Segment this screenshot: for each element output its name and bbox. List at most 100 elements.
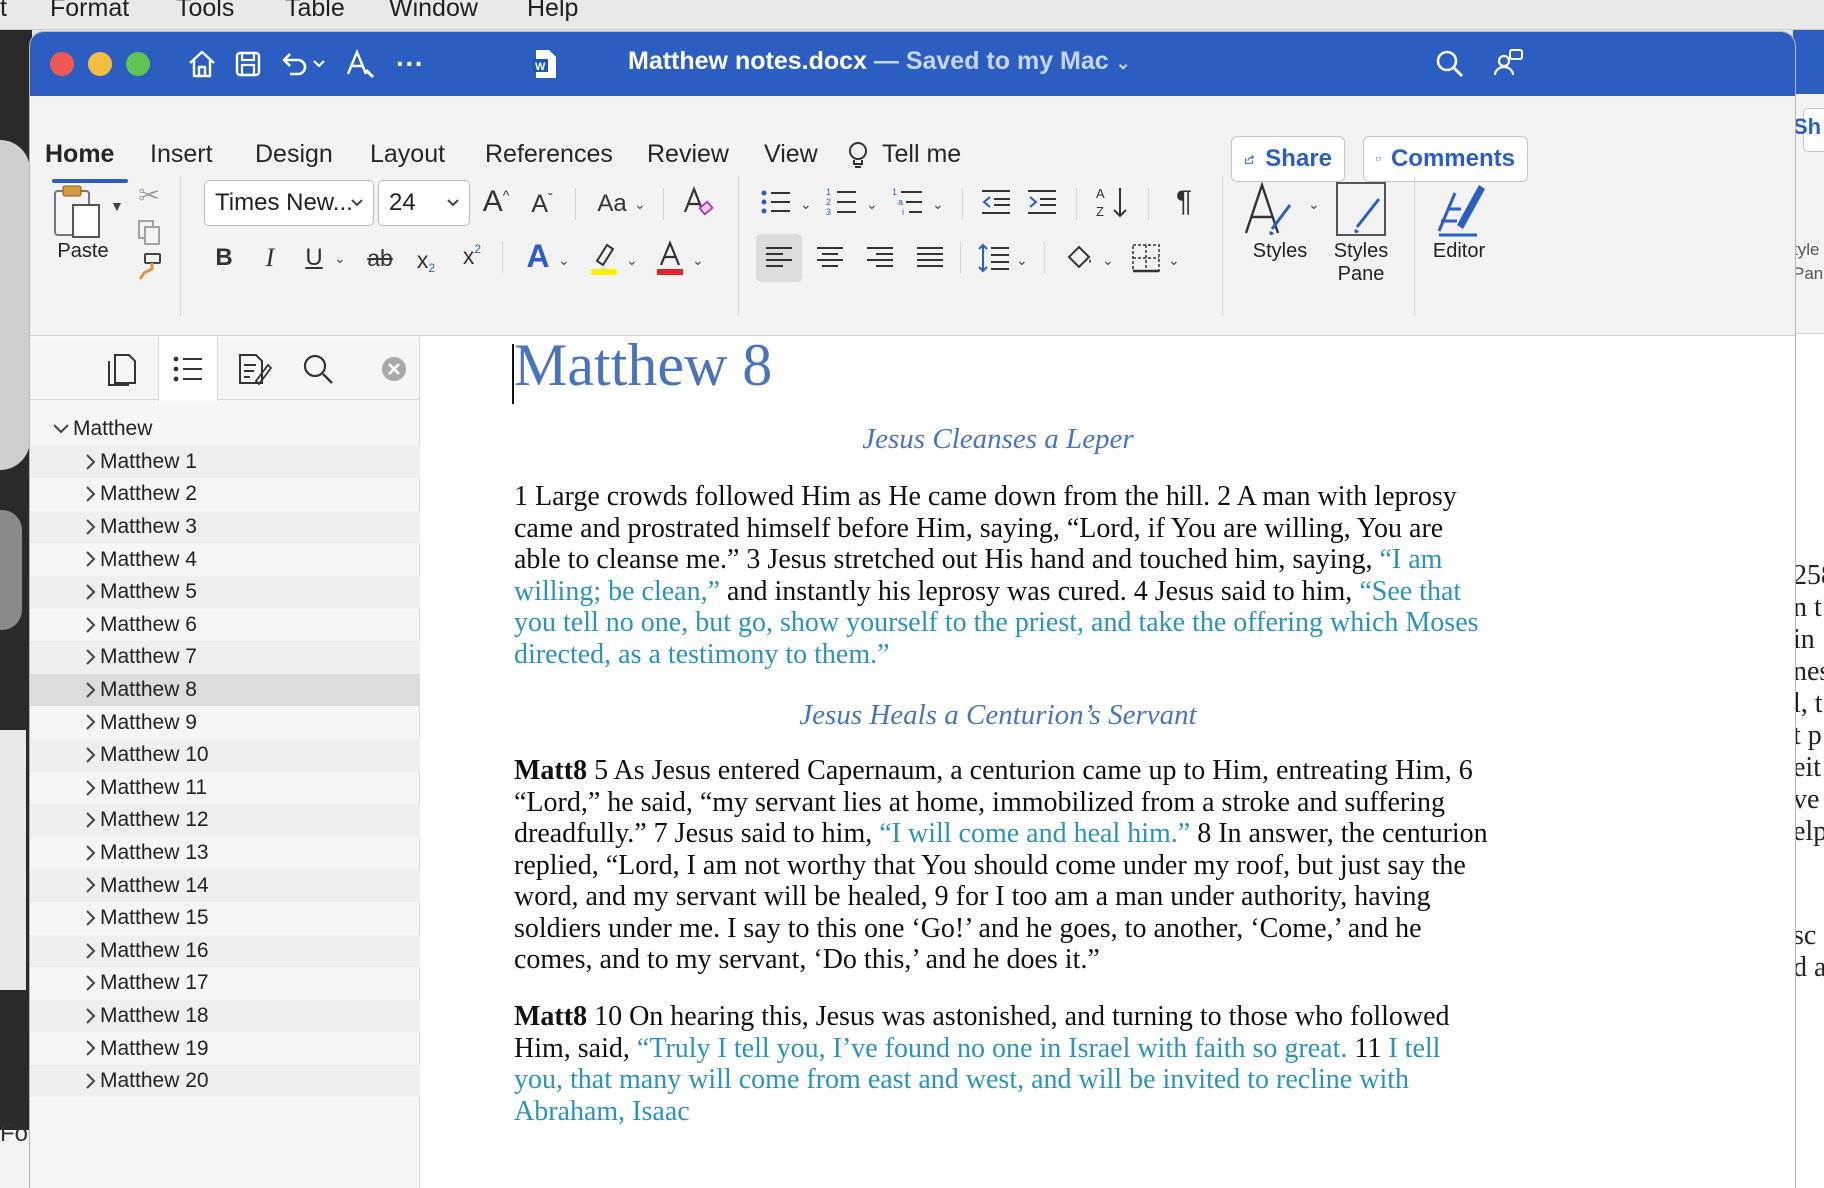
chevron-right-icon[interactable] [85, 967, 97, 999]
subscript-button[interactable]: x2 [408, 240, 444, 280]
chevron-right-icon[interactable] [85, 902, 97, 934]
chevron-right-icon[interactable] [85, 576, 97, 608]
chevron-right-icon[interactable] [85, 804, 97, 836]
paragraph[interactable]: 1 Large crowds followed Him as He came d… [514, 481, 1489, 670]
outline-item[interactable]: Matthew 5 [30, 575, 420, 609]
decrease-indent-icon[interactable] [978, 182, 1014, 222]
document-canvas[interactable]: Matthew 8 Jesus Cleanses a Leper 1 Large… [421, 337, 1795, 1188]
search-tab[interactable] [288, 337, 348, 400]
paragraph[interactable]: Matt8 10 On hearing this, Jesus was asto… [514, 1001, 1489, 1127]
chevron-right-icon[interactable] [85, 935, 97, 967]
sort-icon[interactable]: AZ [1092, 180, 1132, 224]
underline-button[interactable]: U [296, 238, 332, 278]
undo-dropdown-chevron-icon[interactable] [308, 44, 330, 84]
numbering-chevron-icon[interactable]: ⌄ [866, 196, 878, 213]
section-subheading[interactable]: Jesus Cleanses a Leper [514, 423, 1482, 456]
styles-chevron-icon[interactable]: ⌄ [1308, 196, 1320, 213]
paste-options-chevron-icon[interactable]: ▼ [110, 198, 124, 214]
tell-me-search[interactable]: Tell me [882, 140, 961, 169]
shading-icon[interactable] [1060, 236, 1100, 280]
menu-item-help[interactable]: Help [527, 0, 578, 23]
close-pane-button[interactable] [366, 337, 422, 400]
change-case-button[interactable]: Aa [590, 184, 634, 224]
home-icon[interactable] [182, 44, 222, 84]
multilevel-list-icon[interactable]: 1ai [890, 182, 926, 222]
chevron-right-icon[interactable] [85, 1065, 97, 1097]
increase-indent-icon[interactable] [1024, 182, 1060, 222]
shading-chevron-icon[interactable]: ⌄ [1102, 252, 1114, 269]
font-size-dropdown[interactable]: 24 [378, 180, 470, 226]
highlight-chevron-icon[interactable]: ⌄ [626, 252, 638, 269]
outline-item[interactable]: Matthew 9 [30, 706, 420, 739]
menu-item-table[interactable]: Table [285, 0, 345, 23]
styles-icon[interactable] [1242, 178, 1296, 240]
chevron-down-icon[interactable] [52, 413, 70, 445]
text-effects-chevron-icon[interactable]: ⌄ [558, 252, 570, 269]
outline-item[interactable]: Matthew 19 [30, 1032, 420, 1065]
outline-item[interactable]: Matthew 6 [30, 609, 420, 642]
tab-review[interactable]: Review [647, 140, 729, 169]
outline-item[interactable]: Matthew 18 [30, 999, 420, 1033]
outline-item-selected[interactable]: Matthew 8 [30, 673, 420, 707]
borders-chevron-icon[interactable]: ⌄ [1168, 252, 1180, 269]
show-paragraph-marks-icon[interactable]: ¶ [1164, 180, 1204, 224]
section-subheading[interactable]: Jesus Heals a Centurion’s Servant [514, 699, 1482, 732]
thumbnails-tab[interactable] [92, 337, 152, 400]
font-color-icon[interactable] [650, 236, 690, 280]
tab-design[interactable]: Design [255, 140, 333, 169]
copy-icon[interactable] [134, 216, 164, 248]
outline-item[interactable]: Matthew 17 [30, 967, 420, 1000]
outline-item[interactable]: Matthew 12 [30, 804, 420, 837]
paragraph[interactable]: Matt8 5 As Jesus entered Capernaum, a ce… [514, 755, 1489, 976]
outline-item[interactable]: Matthew 2 [30, 478, 420, 511]
reviewing-tab[interactable] [224, 337, 284, 400]
bold-button[interactable]: B [206, 238, 242, 278]
comments-button[interactable]: Comments [1363, 136, 1528, 182]
styles-pane-icon[interactable] [1332, 178, 1390, 240]
chevron-right-icon[interactable] [85, 706, 97, 738]
chevron-right-icon[interactable] [85, 641, 97, 673]
font-name-dropdown[interactable]: Times New... [204, 180, 374, 226]
outline-item[interactable]: Matthew 1 [30, 445, 420, 479]
align-left-button[interactable] [756, 234, 802, 282]
tab-home[interactable]: Home [45, 140, 114, 169]
menu-item-tools[interactable]: Tools [176, 0, 234, 23]
document-title[interactable]: Matthew notes.docx — Saved to my Mac ⌄ [628, 47, 1131, 76]
outline-item-matthew[interactable]: Matthew [30, 413, 420, 446]
text-effects-icon[interactable]: A [518, 234, 558, 278]
outline-item[interactable]: Matthew 13 [30, 837, 420, 870]
justify-button[interactable] [910, 236, 950, 280]
highlight-color-icon[interactable] [584, 236, 624, 280]
font-color-chevron-icon[interactable]: ⌄ [692, 252, 704, 269]
minimize-window-button[interactable] [88, 52, 112, 76]
outline-item[interactable]: Matthew 10 [30, 738, 420, 772]
clear-formatting-icon[interactable] [678, 180, 718, 224]
chevron-right-icon[interactable] [85, 869, 97, 901]
outline-item[interactable]: Matthew 4 [30, 543, 420, 576]
align-right-button[interactable] [860, 236, 900, 280]
italic-button[interactable]: I [252, 238, 288, 278]
chevron-right-icon[interactable] [85, 446, 97, 478]
paste-icon[interactable] [50, 180, 106, 242]
outline-item[interactable]: Matthew 16 [30, 934, 420, 968]
cut-icon[interactable]: ✂ [134, 178, 164, 212]
numbering-icon[interactable]: 123 [824, 182, 860, 222]
chevron-right-icon[interactable] [85, 511, 97, 543]
chevron-right-icon[interactable] [85, 837, 97, 869]
share-button[interactable]: Share [1231, 136, 1345, 182]
zoom-window-button[interactable] [126, 52, 150, 76]
outline-item[interactable]: Matthew 15 [30, 902, 420, 935]
bullets-icon[interactable] [758, 182, 794, 222]
chevron-right-icon[interactable] [85, 739, 97, 771]
outline-item[interactable]: Matthew 7 [30, 641, 420, 674]
outline-item[interactable]: Matthew 20 [30, 1064, 420, 1098]
grow-font-icon[interactable]: A ^ [476, 180, 516, 224]
superscript-button[interactable]: x2 [454, 236, 490, 276]
menu-item-window[interactable]: Window [389, 0, 478, 23]
multilevel-chevron-icon[interactable]: ⌄ [932, 196, 944, 213]
change-case-chevron-icon[interactable]: ⌄ [634, 196, 646, 213]
tab-insert[interactable]: Insert [150, 140, 213, 169]
chevron-right-icon[interactable] [85, 609, 97, 641]
more-options-icon[interactable]: ··· [390, 44, 430, 84]
close-window-button[interactable] [50, 52, 74, 76]
